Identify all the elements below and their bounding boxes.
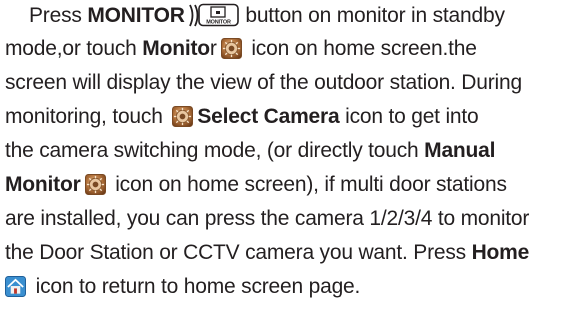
select-camera-icon bbox=[172, 106, 193, 127]
manual-monitor-icon bbox=[85, 174, 106, 195]
text-line: screen will display the view of the outd… bbox=[5, 71, 522, 94]
text-line: are installed, you can press the camera … bbox=[5, 207, 530, 230]
manual-paragraph: Press MONITOR MONITOR button on monitor i… bbox=[0, 0, 570, 311]
monitor-keyword: MONITOR bbox=[87, 4, 185, 27]
text-line: the Door Station or CCTV camera you want… bbox=[5, 241, 530, 264]
monitor-camera-icon bbox=[221, 38, 242, 59]
svg-text:MONITOR: MONITOR bbox=[206, 20, 231, 26]
text-line: mode,or touch Monitor icon on home scree… bbox=[5, 37, 477, 60]
text-line: Press MONITOR MONITOR button on monitor i… bbox=[29, 3, 505, 27]
home-icon bbox=[5, 276, 26, 297]
text-line: monitoring, touch Select Camera icon to … bbox=[5, 105, 479, 128]
monitor-button-icon: MONITOR bbox=[188, 3, 239, 27]
text-line: Monitor icon on home screen), if multi d… bbox=[5, 173, 507, 196]
text-line: the camera switching mode, (or directly … bbox=[5, 139, 496, 162]
text-line: icon to return to home screen page. bbox=[5, 273, 360, 301]
